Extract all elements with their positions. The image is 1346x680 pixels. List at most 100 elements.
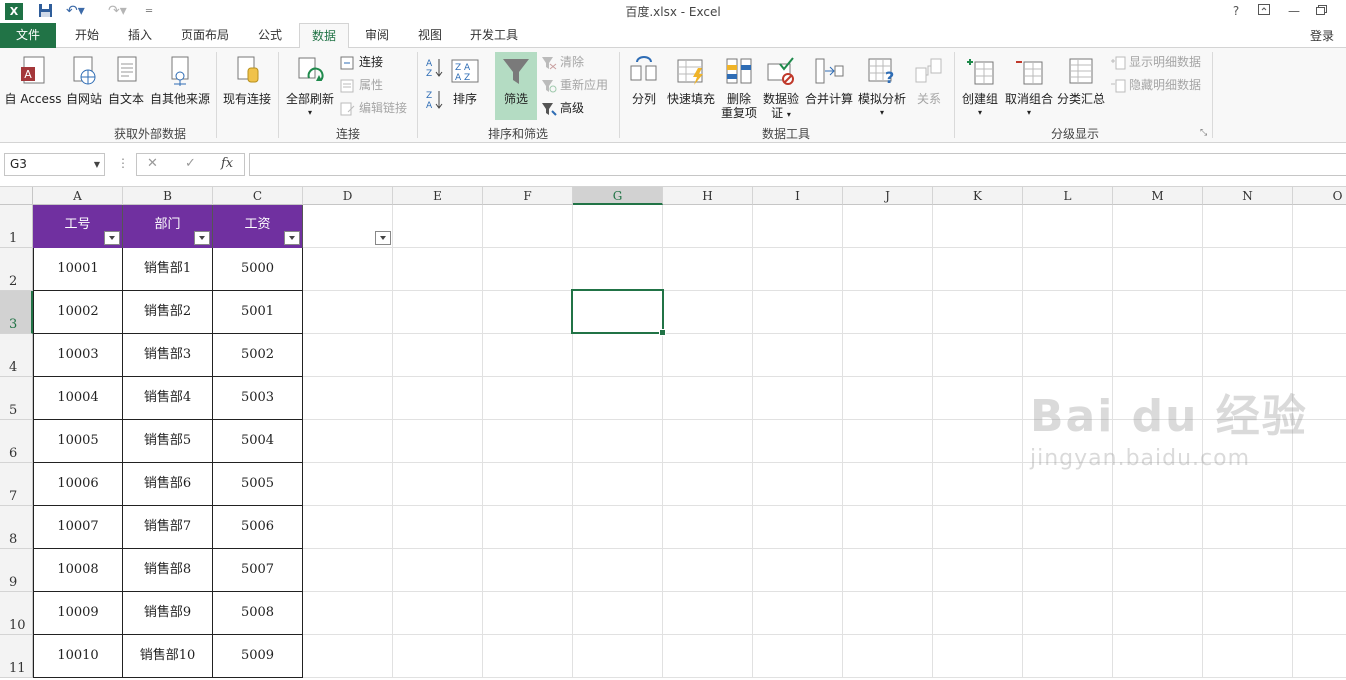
- restore-icon[interactable]: [1310, 2, 1332, 20]
- row-header-2[interactable]: 2: [0, 248, 33, 291]
- active-cell-selection[interactable]: [571, 289, 666, 336]
- table-cell[interactable]: 5004: [213, 420, 303, 463]
- tab-home[interactable]: 开始: [62, 23, 112, 48]
- filter-dropdown-icon[interactable]: [104, 231, 120, 245]
- sort-z-to-a-button[interactable]: ZA: [424, 88, 444, 111]
- table-cell[interactable]: 5002: [213, 334, 303, 377]
- column-header-c[interactable]: C: [213, 187, 303, 205]
- table-cell[interactable]: 10006: [33, 463, 123, 506]
- name-box-dropdown-icon[interactable]: ▼: [94, 154, 100, 175]
- select-all-corner[interactable]: [0, 187, 33, 205]
- table-cell[interactable]: 10008: [33, 549, 123, 592]
- table-cell[interactable]: 5008: [213, 592, 303, 635]
- confirm-entry-icon[interactable]: ✓: [185, 156, 196, 171]
- reapply-button[interactable]: 重新应用: [541, 75, 608, 95]
- minimize-icon[interactable]: —: [1283, 2, 1305, 20]
- formula-input[interactable]: [249, 153, 1346, 176]
- column-header-n[interactable]: N: [1203, 187, 1293, 205]
- advanced-filter-button[interactable]: 高级: [541, 98, 584, 118]
- column-header-k[interactable]: K: [933, 187, 1023, 205]
- hide-detail-button[interactable]: 隐藏明细数据: [1110, 75, 1201, 95]
- row-header-4[interactable]: 4: [0, 334, 33, 377]
- edit-links-button[interactable]: 编辑链接: [340, 98, 407, 118]
- from-text-button[interactable]: 自文本: [106, 56, 146, 106]
- table-cell[interactable]: 销售部3: [123, 334, 213, 377]
- table-cell[interactable]: 销售部8: [123, 549, 213, 592]
- existing-connections-button[interactable]: 现有连接: [220, 56, 274, 106]
- ribbon-display-options-icon[interactable]: [1253, 2, 1275, 20]
- column-header-e[interactable]: E: [393, 187, 483, 205]
- column-header-h[interactable]: H: [663, 187, 753, 205]
- table-cell[interactable]: 10007: [33, 506, 123, 549]
- table-cell[interactable]: 销售部1: [123, 248, 213, 291]
- row-header-9[interactable]: 9: [0, 549, 33, 592]
- row-header-5[interactable]: 5: [0, 377, 33, 420]
- cancel-entry-icon[interactable]: ✕: [147, 156, 158, 171]
- row-header-10[interactable]: 10: [0, 592, 33, 635]
- relationships-button[interactable]: 关系: [910, 56, 948, 106]
- column-header-a[interactable]: A: [33, 187, 123, 205]
- tab-formulas[interactable]: 公式: [245, 23, 295, 48]
- column-header-b[interactable]: B: [123, 187, 213, 205]
- filter-dropdown-icon[interactable]: [284, 231, 300, 245]
- column-header-o[interactable]: O: [1293, 187, 1346, 205]
- sort-button[interactable]: Z AA Z 排序: [448, 56, 482, 106]
- sort-a-to-z-button[interactable]: AZ: [424, 56, 444, 79]
- group-button[interactable]: 创建组 ▾: [960, 56, 1000, 120]
- row-header-6[interactable]: 6: [0, 420, 33, 463]
- table-cell[interactable]: 销售部7: [123, 506, 213, 549]
- table-cell[interactable]: 5000: [213, 248, 303, 291]
- dialog-launcher-icon[interactable]: ⤡: [1200, 128, 1207, 138]
- table-cell[interactable]: 10003: [33, 334, 123, 377]
- table-cell[interactable]: 10005: [33, 420, 123, 463]
- text-to-columns-button[interactable]: 分列: [626, 56, 662, 106]
- show-detail-button[interactable]: 显示明细数据: [1110, 52, 1201, 72]
- filter-dropdown-icon[interactable]: [194, 231, 210, 245]
- filter-dropdown-icon[interactable]: [375, 231, 391, 245]
- connections-button[interactable]: 连接: [340, 52, 383, 72]
- column-header-m[interactable]: M: [1113, 187, 1203, 205]
- row-header-3[interactable]: 3: [0, 291, 33, 334]
- table-cell[interactable]: 5003: [213, 377, 303, 420]
- tab-view[interactable]: 视图: [405, 23, 455, 48]
- table-cell[interactable]: 销售部5: [123, 420, 213, 463]
- table-cell[interactable]: 5007: [213, 549, 303, 592]
- column-header-j[interactable]: J: [843, 187, 933, 205]
- table-cell[interactable]: 5005: [213, 463, 303, 506]
- table-cell[interactable]: 10010: [33, 635, 123, 678]
- column-header-g[interactable]: G: [573, 187, 663, 205]
- flash-fill-button[interactable]: 快速填充: [666, 56, 716, 106]
- table-cell[interactable]: 销售部4: [123, 377, 213, 420]
- ungroup-button[interactable]: 取消组合 ▾: [1003, 56, 1055, 120]
- what-if-analysis-button[interactable]: ? 模拟分析 ▾: [856, 56, 908, 120]
- from-access-button[interactable]: A 自 Access: [4, 56, 62, 106]
- filter-button[interactable]: 筛选: [495, 56, 537, 106]
- help-button[interactable]: ?: [1225, 2, 1247, 20]
- table-cell[interactable]: 10001: [33, 248, 123, 291]
- subtotal-button[interactable]: 分类汇总: [1056, 56, 1106, 106]
- row-header-11[interactable]: 11: [0, 635, 33, 678]
- row-header-7[interactable]: 7: [0, 463, 33, 506]
- tab-file[interactable]: 文件: [0, 23, 56, 48]
- column-header-d[interactable]: D: [303, 187, 393, 205]
- table-cell[interactable]: 销售部10: [123, 635, 213, 678]
- table-cell[interactable]: 5006: [213, 506, 303, 549]
- insert-function-icon[interactable]: fx: [221, 156, 233, 171]
- column-header-i[interactable]: I: [753, 187, 843, 205]
- table-cell[interactable]: 销售部6: [123, 463, 213, 506]
- tab-insert[interactable]: 插入: [115, 23, 165, 48]
- tab-developer[interactable]: 开发工具: [460, 23, 528, 48]
- remove-duplicates-button[interactable]: 删除 重复项: [720, 56, 758, 120]
- data-validation-button[interactable]: 数据验 证 ▾: [761, 56, 801, 122]
- column-header-l[interactable]: L: [1023, 187, 1113, 205]
- table-cell[interactable]: 5001: [213, 291, 303, 334]
- row-header-8[interactable]: 8: [0, 506, 33, 549]
- row-header-1[interactable]: 1: [0, 205, 33, 248]
- tab-review[interactable]: 审阅: [352, 23, 402, 48]
- consolidate-button[interactable]: 合并计算: [804, 56, 854, 106]
- table-cell[interactable]: 10009: [33, 592, 123, 635]
- clear-filter-button[interactable]: 清除: [541, 52, 584, 72]
- table-cell[interactable]: 10004: [33, 377, 123, 420]
- from-other-sources-button[interactable]: 自其他来源: [148, 56, 212, 106]
- column-header-f[interactable]: F: [483, 187, 573, 205]
